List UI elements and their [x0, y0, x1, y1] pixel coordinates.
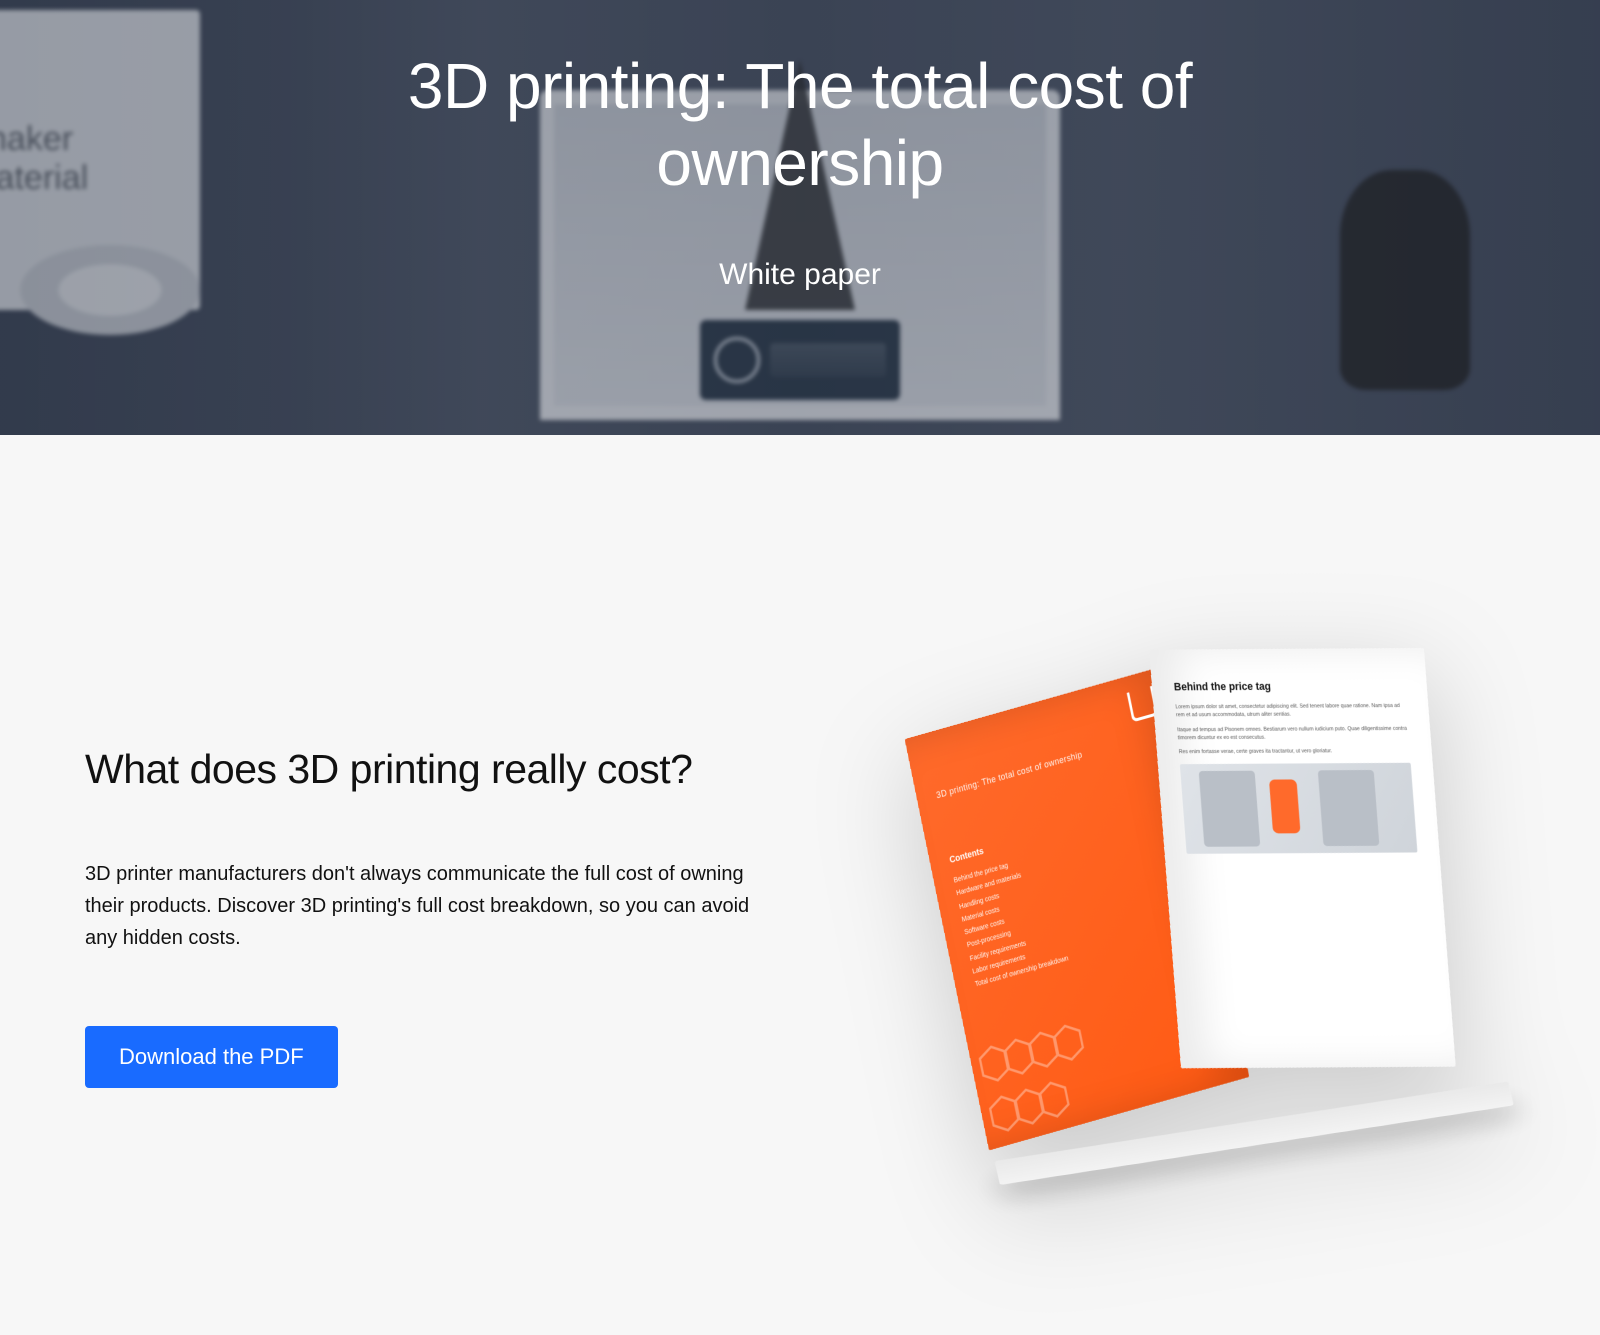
hero-title: 3D printing: The total cost of ownership	[300, 48, 1300, 202]
main-content: What does 3D printing really cost? 3D pr…	[0, 435, 1600, 1335]
brochure-right-heading: Behind the price tag	[1173, 680, 1405, 693]
section-heading: What does 3D printing really cost?	[85, 742, 785, 797]
brochure-right-paragraph: Itaque ad tempus ad Pisonem omnes. Besti…	[1176, 724, 1408, 742]
hero-subtitle: White paper	[719, 258, 881, 292]
brochure-mockup: 3D printing: The total cost of ownership…	[870, 628, 1494, 1201]
section-body: 3D printer manufacturers don't always co…	[85, 858, 775, 954]
download-pdf-button[interactable]: Download the PDF	[85, 1026, 338, 1088]
brochure-right-page: Behind the price tag Lorem ipsum dolor s…	[1149, 648, 1456, 1068]
brochure-left-title: 3D printing: The total cost of ownership	[935, 728, 1159, 801]
brochure-contents-list: Behind the price tag Hardware and materi…	[952, 812, 1198, 992]
brochure-photo	[1179, 763, 1417, 854]
hero-banner: 3D printing: The total cost of ownership…	[0, 0, 1600, 435]
brochure-right-paragraph: Res enim fortasse verae, certe graves it…	[1178, 747, 1409, 757]
hexagon-pattern-icon: ⬡⬡⬡⬡⬡⬡⬡	[972, 1015, 1091, 1143]
brochure-preview: 3D printing: The total cost of ownership…	[845, 615, 1520, 1215]
content-text-column: What does 3D printing really cost? 3D pr…	[85, 742, 785, 1087]
brochure-right-paragraph: Lorem ipsum dolor sit amet, consectetur …	[1175, 702, 1407, 720]
